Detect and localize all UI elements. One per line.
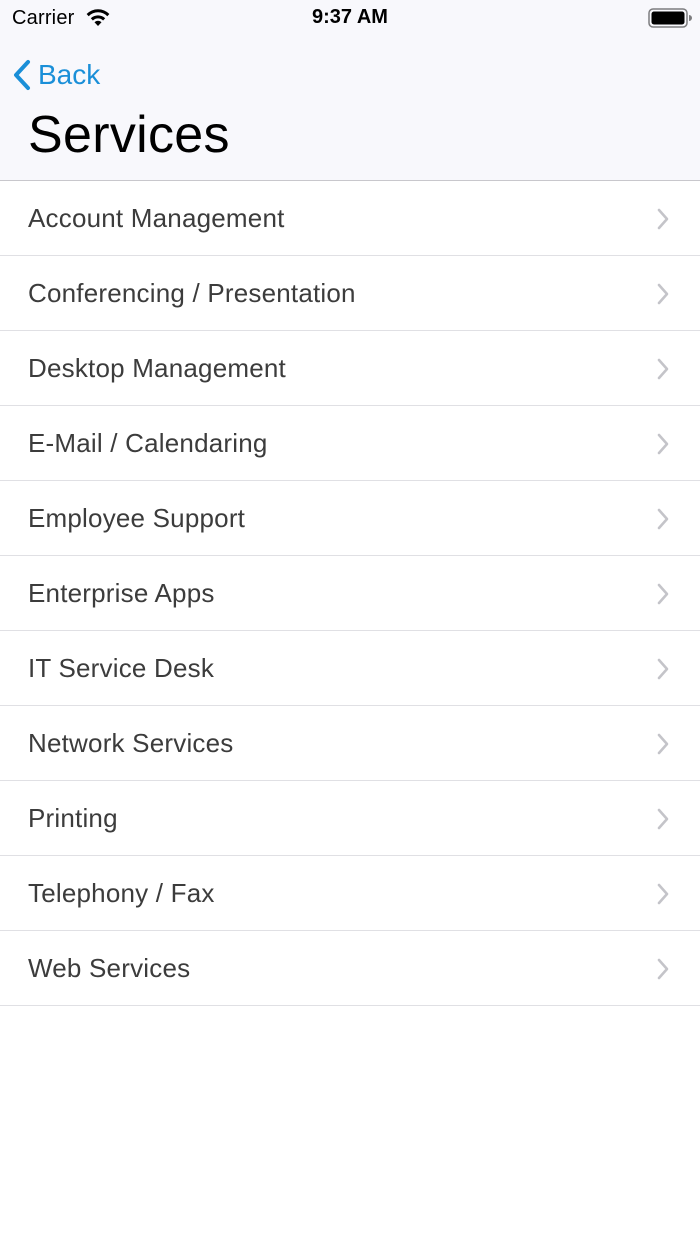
chevron-right-icon	[657, 208, 669, 230]
list-item-enterprise-apps[interactable]: Enterprise Apps	[0, 556, 700, 631]
list-item-web-services[interactable]: Web Services	[0, 931, 700, 1006]
back-button-label: Back	[38, 59, 101, 90]
list-item-telephony-fax[interactable]: Telephony / Fax	[0, 856, 700, 931]
list-item-label: E-Mail / Calendaring	[28, 427, 268, 458]
list-item-label: Enterprise Apps	[28, 577, 215, 608]
navigation-header: Carrier 9:37 AM Back Services	[0, 0, 700, 181]
page-title: Services	[28, 106, 230, 164]
battery-icon	[648, 8, 692, 28]
chevron-left-icon	[14, 60, 30, 90]
chevron-right-icon	[657, 883, 669, 905]
list-item-employee-support[interactable]: Employee Support	[0, 481, 700, 556]
list-item-label: Employee Support	[28, 502, 246, 533]
list-item-label: Network Services	[28, 727, 234, 758]
status-bar: Carrier 9:37 AM	[0, 0, 700, 38]
list-item-email-calendaring[interactable]: E-Mail / Calendaring	[0, 406, 700, 481]
clock: 9:37 AM	[312, 6, 388, 28]
list-item-label: Telephony / Fax	[28, 877, 215, 908]
chevron-right-icon	[657, 283, 669, 305]
list-item-label: Desktop Management	[28, 352, 286, 383]
list-item-printing[interactable]: Printing	[0, 781, 700, 856]
list-item-label: IT Service Desk	[28, 652, 215, 683]
list-item-label: Web Services	[28, 952, 191, 983]
chevron-right-icon	[657, 358, 669, 380]
chevron-right-icon	[657, 583, 669, 605]
list-item-it-service-desk[interactable]: IT Service Desk	[0, 631, 700, 706]
chevron-right-icon	[657, 733, 669, 755]
list-item-label: Conferencing / Presentation	[28, 277, 356, 308]
back-button[interactable]: Back	[12, 55, 100, 95]
chevron-right-icon	[657, 508, 669, 530]
list-item-account-management[interactable]: Account Management	[0, 181, 700, 256]
list-item-conferencing-presentation[interactable]: Conferencing / Presentation	[0, 256, 700, 331]
list-item-label: Printing	[28, 802, 118, 833]
chevron-right-icon	[657, 433, 669, 455]
list-item-desktop-management[interactable]: Desktop Management	[0, 331, 700, 406]
list-item-label: Account Management	[28, 202, 285, 233]
services-screen: Carrier 9:37 AM Back Services Account Ma…	[0, 0, 700, 1244]
chevron-right-icon	[657, 808, 669, 830]
list-item-network-services[interactable]: Network Services	[0, 706, 700, 781]
chevron-right-icon	[657, 658, 669, 680]
chevron-right-icon	[657, 958, 669, 980]
services-list: Account Management Conferencing / Presen…	[0, 181, 700, 1006]
